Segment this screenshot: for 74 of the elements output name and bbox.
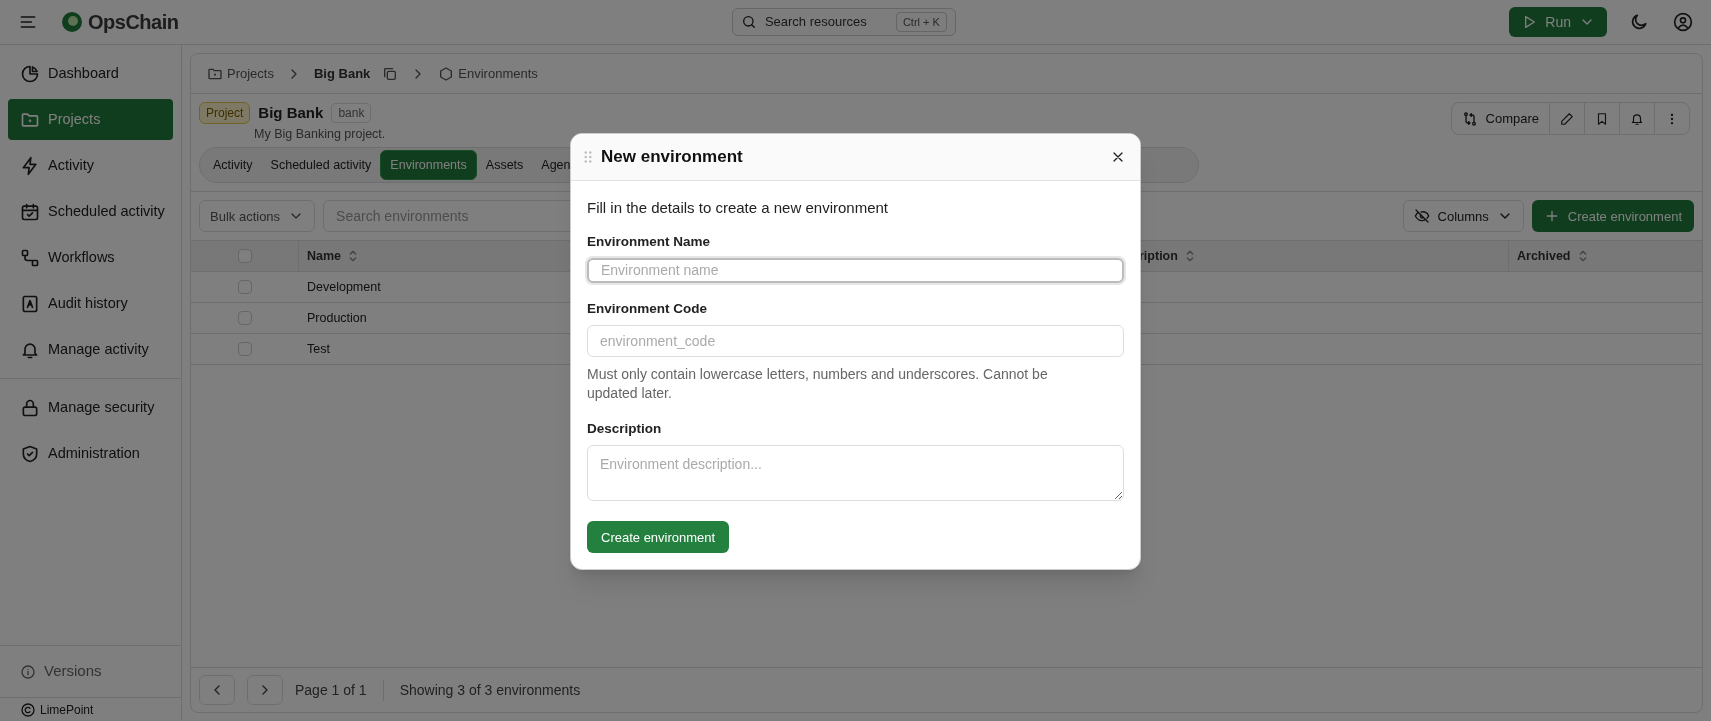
tab[interactable]: Assets xyxy=(476,150,533,181)
project-name: Big Bank xyxy=(258,103,324,123)
user-icon xyxy=(1673,12,1693,32)
row-checkbox[interactable] xyxy=(238,311,252,326)
sidebar-item[interactable]: Dashboard xyxy=(8,53,173,94)
sidebar-item[interactable]: Projects xyxy=(8,99,173,140)
sidebar-item[interactable]: Manage security xyxy=(8,387,173,428)
text-field[interactable]: environment_code xyxy=(587,325,1124,357)
account-button[interactable] xyxy=(1671,10,1695,34)
workflow-icon xyxy=(20,247,40,268)
field-label: Description xyxy=(587,420,663,438)
pie-chart-icon xyxy=(20,63,40,84)
tab[interactable]: Environments xyxy=(380,150,477,181)
hexagon-icon xyxy=(438,65,455,82)
copy-icon xyxy=(382,65,399,82)
column-header[interactable]: Name xyxy=(307,246,362,266)
search-placeholder: Search resources xyxy=(764,13,868,32)
field-label: Environment Name xyxy=(587,232,712,251)
bulk-actions-button[interactable]: Bulk actions xyxy=(199,200,316,233)
calendar-icon xyxy=(20,201,40,222)
search-field[interactable]: Search resources Ctrl + K xyxy=(731,8,956,36)
sidebar-item[interactable]: Administration xyxy=(8,433,173,474)
bookmark-icon xyxy=(1595,110,1609,127)
pencil-icon xyxy=(1560,110,1574,127)
compare-icon xyxy=(1461,110,1478,127)
copy-button[interactable] xyxy=(382,65,399,82)
table-cell-text: Development xyxy=(307,278,381,296)
tab[interactable]: Scheduled activity xyxy=(261,150,381,181)
document-icon xyxy=(20,293,40,314)
app-logo-text: OpsChain xyxy=(88,10,179,35)
table-cell-text: Production xyxy=(307,309,367,327)
sidebar-item[interactable]: Manage activity xyxy=(8,329,173,370)
column-header[interactable]: ription xyxy=(1139,246,1198,266)
lightning-icon xyxy=(20,155,40,176)
column-header[interactable]: Archived xyxy=(1517,246,1591,266)
info-icon xyxy=(20,663,36,680)
copyright-text: LimePoint xyxy=(40,701,94,719)
text-field[interactable]: Environment name xyxy=(587,257,1124,283)
eye-off-icon xyxy=(1413,208,1430,225)
row-checkbox[interactable] xyxy=(238,280,252,295)
field-label: Environment Code xyxy=(587,299,708,318)
select-all-checkbox[interactable] xyxy=(237,249,252,264)
breadcrumb-link[interactable]: Projects xyxy=(207,63,274,84)
breadcrumb-link[interactable]: Big Bank xyxy=(313,63,371,84)
sidebar-item[interactable]: Workflows xyxy=(8,237,173,278)
description-field[interactable]: Environment description... xyxy=(587,445,1124,502)
dialog-title: New environment xyxy=(601,146,744,169)
sidebar-item[interactable]: Scheduled activity xyxy=(8,191,173,232)
project-badge: Project xyxy=(199,102,251,125)
logo-icon xyxy=(60,10,84,34)
moon-icon xyxy=(1629,12,1649,32)
lock-icon xyxy=(20,397,40,418)
create-environment-button[interactable]: Create environment xyxy=(587,521,730,554)
row-checkbox[interactable] xyxy=(238,342,252,357)
project-description: My Big Banking project. xyxy=(254,125,386,143)
sidebar-item[interactable]: Audit history xyxy=(8,283,173,324)
project-code-tag: bank xyxy=(331,103,372,124)
run-button[interactable]: Run xyxy=(1509,7,1607,37)
help-text: Must only contain lowercase letters, numbers and underscores. Cannot be updated later. xyxy=(587,365,1049,403)
drag-handle-icon xyxy=(583,149,593,165)
search-icon xyxy=(740,14,757,30)
sidebar-item[interactable]: Activity xyxy=(8,145,173,186)
copyright-icon xyxy=(20,701,36,718)
page-indicator: Page 1 of 1 xyxy=(295,679,384,701)
versions-link[interactable]: Versions xyxy=(0,645,181,697)
columns-button[interactable]: Columns xyxy=(1402,200,1524,233)
tab[interactable]: Agen xyxy=(532,150,580,181)
shield-icon xyxy=(20,443,40,464)
create-environment-button[interactable]: Create environment xyxy=(1531,200,1694,233)
tab[interactable]: Activity xyxy=(204,150,262,181)
table-cell-text: Test xyxy=(307,340,330,358)
breadcrumb-link[interactable]: Environments xyxy=(438,63,538,84)
keyboard-shortcut: Ctrl + K xyxy=(895,11,947,33)
results-summary: Showing 3 of 3 environments xyxy=(398,680,581,700)
